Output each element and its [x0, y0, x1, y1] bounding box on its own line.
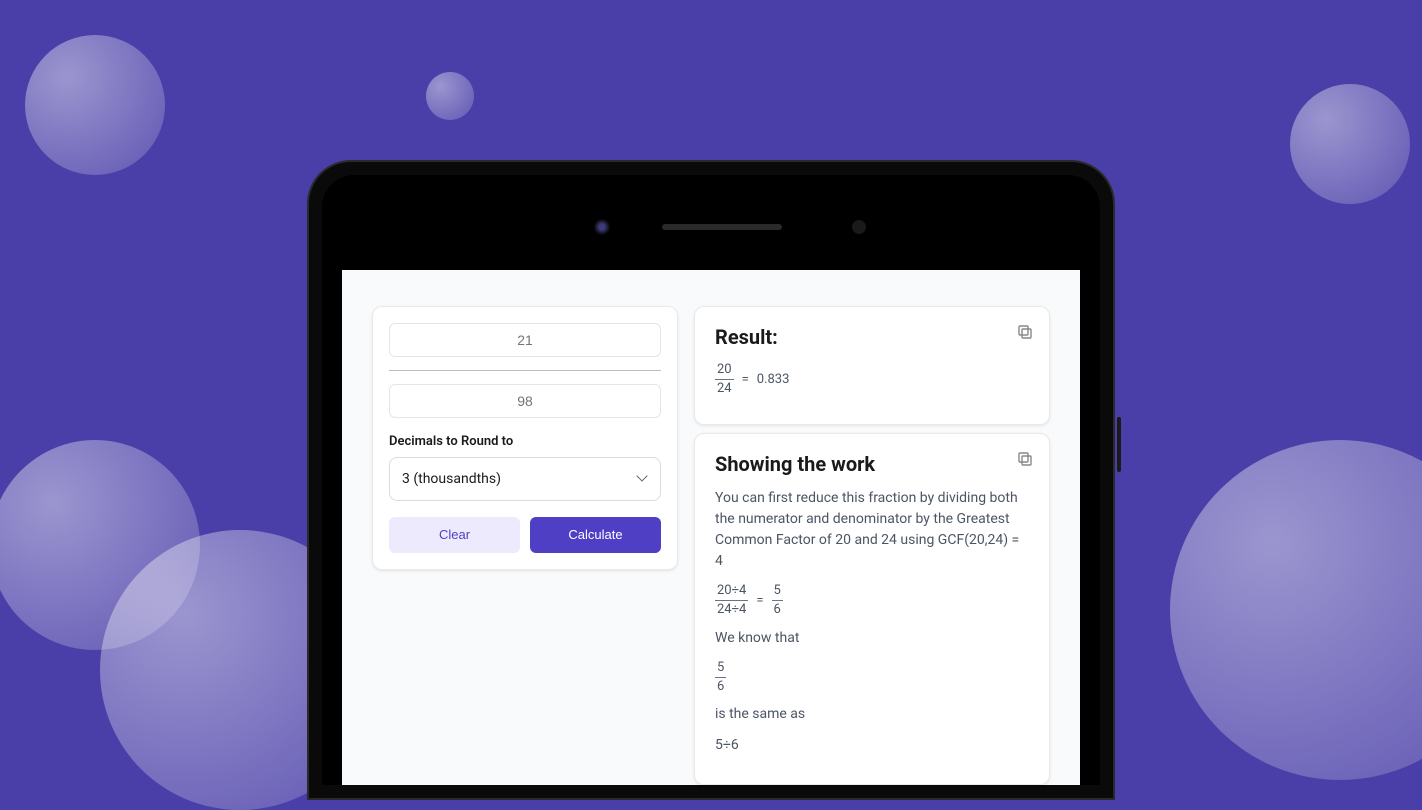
result-expression: 20 24 = 0.833: [715, 361, 1029, 398]
tablet-power-button: [1117, 417, 1121, 472]
decimals-value: 3 (thousandths): [402, 471, 501, 487]
denominator-input[interactable]: [389, 384, 661, 418]
copy-result-button[interactable]: [1017, 324, 1033, 340]
result-denominator: 24: [715, 379, 734, 398]
input-panel: Decimals to Round to 3 (thousandths) Cle…: [372, 306, 678, 570]
tablet-bezel: [322, 175, 1100, 270]
equals-sign: =: [742, 372, 749, 387]
decorative-bubble: [25, 35, 165, 175]
step1-result-denominator: 6: [772, 600, 783, 619]
result-decimal: 0.833: [757, 372, 790, 387]
clear-button[interactable]: Clear: [389, 517, 520, 553]
work-step-2: 5 6: [715, 659, 1029, 696]
result-card: Result: 20 24 = 0.833: [694, 306, 1050, 425]
work-line-4: 5÷6: [715, 735, 1029, 756]
tablet-camera: [594, 219, 610, 235]
calculate-button[interactable]: Calculate: [530, 517, 661, 553]
step2-denominator: 6: [715, 677, 726, 696]
tablet-frame: Decimals to Round to 3 (thousandths) Cle…: [307, 160, 1115, 800]
copy-icon: [1017, 451, 1033, 467]
chevron-down-icon: [638, 474, 648, 484]
step1-denominator: 24÷4: [715, 600, 748, 619]
step1-numerator: 20÷4: [715, 582, 748, 600]
step2-numerator: 5: [715, 659, 726, 677]
copy-work-button[interactable]: [1017, 451, 1033, 467]
decimals-label: Decimals to Round to: [389, 434, 661, 449]
result-numerator: 20: [715, 361, 734, 379]
equals-sign: =: [756, 593, 763, 608]
tablet-speaker: [662, 224, 782, 230]
work-line-2: We know that: [715, 628, 1029, 649]
step1-result-numerator: 5: [772, 582, 783, 600]
work-title: Showing the work: [715, 452, 1029, 476]
decorative-bubble: [426, 72, 474, 120]
decimals-select[interactable]: 3 (thousandths): [389, 457, 661, 501]
fraction-divider: [389, 370, 661, 371]
copy-icon: [1017, 324, 1033, 340]
work-explanation: You can first reduce this fraction by di…: [715, 488, 1029, 572]
work-line-3: is the same as: [715, 704, 1029, 725]
numerator-input[interactable]: [389, 323, 661, 357]
result-title: Result:: [715, 325, 1029, 349]
tablet-sensor: [852, 220, 866, 234]
decorative-bubble: [1290, 84, 1410, 204]
work-card: Showing the work You can first reduce th…: [694, 433, 1050, 785]
app-screen: Decimals to Round to 3 (thousandths) Cle…: [342, 270, 1080, 785]
decorative-bubble: [1170, 440, 1422, 780]
work-step-1: 20÷4 24÷4 = 5 6: [715, 582, 1029, 619]
